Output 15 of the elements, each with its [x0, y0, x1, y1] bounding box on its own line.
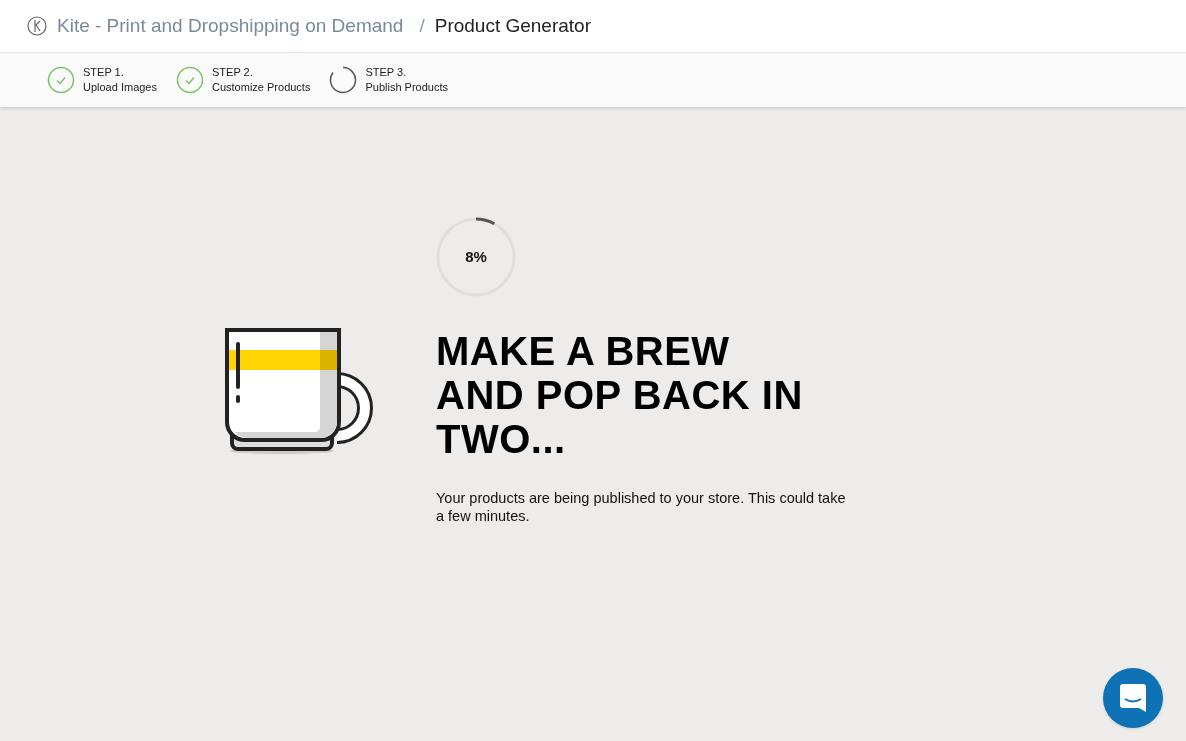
step-number: STEP 1. [83, 65, 125, 80]
page-title: Product Generator [434, 13, 591, 38]
step-label: Publish Products [365, 80, 448, 95]
chat-icon [1120, 684, 1146, 712]
logo-icon [27, 16, 47, 36]
heading: MAKE A BREW AND POP BACK IN TWO... [436, 329, 804, 461]
step-number: STEP 3. [365, 65, 408, 80]
step-label: Upload Images [83, 80, 157, 95]
step-label: Customize Products [212, 80, 311, 95]
breadcrumb-separator: / [419, 13, 425, 38]
app-name-link[interactable]: Kite - Print and Dropshipping on Demand [57, 11, 404, 41]
step-number: STEP 2. [212, 65, 254, 80]
chat-button[interactable] [1103, 668, 1163, 728]
status-message: Your products are being published to your store. This could take a few minutes. [436, 489, 847, 525]
progress-percentage: 8% [464, 246, 488, 267]
